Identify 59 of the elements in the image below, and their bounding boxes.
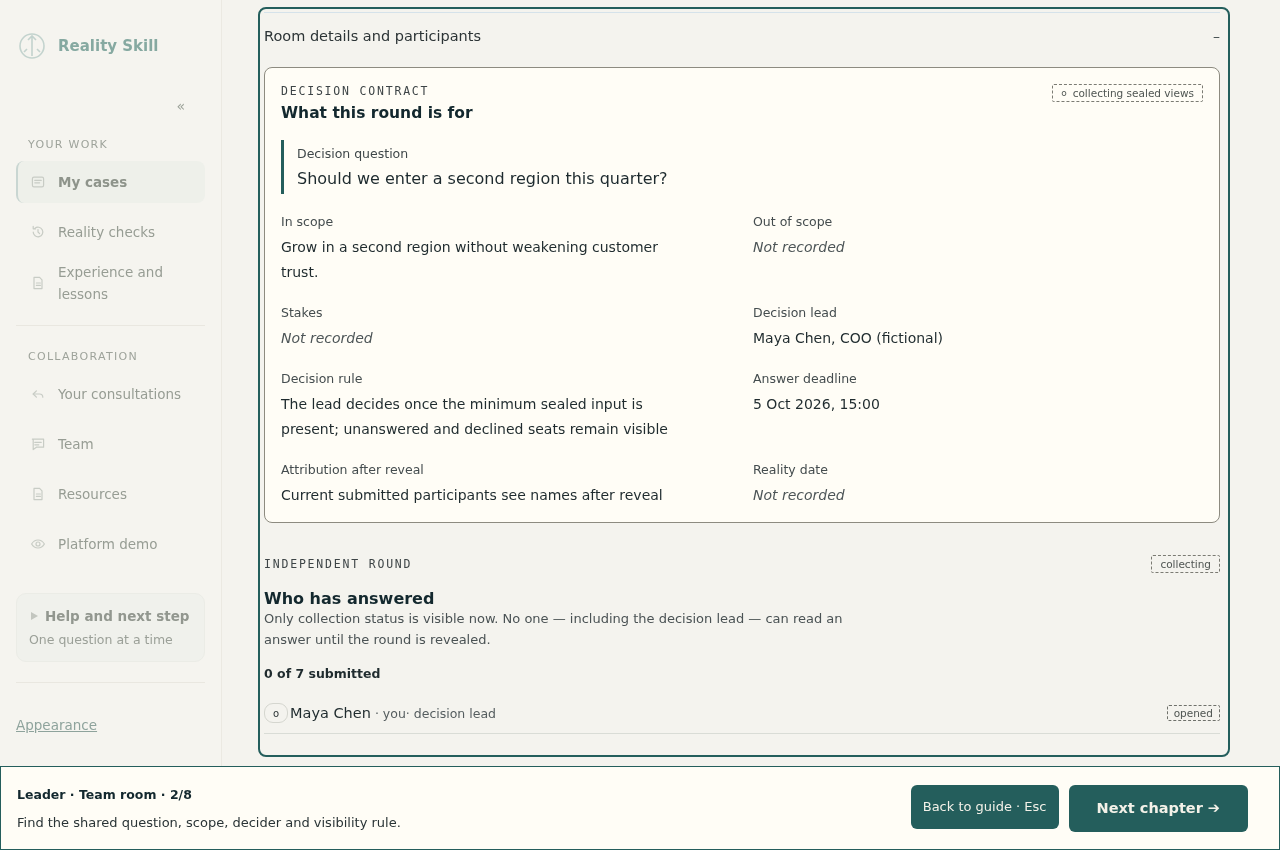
appearance-link[interactable]: Appearance [16, 717, 98, 733]
decision-question: Should we enter a second region this quarter? [297, 169, 669, 188]
nav-icon [30, 224, 46, 240]
status-badge: o collecting sealed views [1052, 84, 1203, 102]
tour-instruction: Find the shared question, scope, decider and visibility rule. [17, 814, 401, 830]
next-button[interactable]: Next chapter ➔ [1068, 784, 1248, 832]
help-title: Help and next step [45, 608, 190, 624]
status-badge: collecting [1151, 555, 1220, 573]
collapse-toggle[interactable]: – [1213, 28, 1220, 44]
field-label: Out of scope [753, 214, 834, 229]
section-description: Only collection status is visible now. No one — including the decision lead — can read an answer until the round is revealed. [264, 610, 844, 649]
participant-marker: o [264, 703, 288, 723]
field-label: Attribution after reveal [281, 462, 425, 477]
collapse-button[interactable]: « [176, 98, 185, 114]
nav-icon [30, 436, 46, 452]
brand-name: Reality Skill [58, 37, 159, 55]
field-value: Maya Chen, COO (fictional) [753, 329, 944, 348]
card-title: What this round is for [281, 104, 473, 122]
field-label: Answer deadline [753, 371, 858, 386]
section-heading: YOUR WORK [28, 138, 110, 151]
submission-count: 0 of 7 submitted [264, 666, 382, 681]
panel-title[interactable]: Room details and participants [264, 28, 481, 44]
field-value: Not recorded [753, 238, 846, 257]
section-heading: COLLABORATION [28, 350, 139, 363]
nav-item[interactable]: My cases [16, 161, 205, 203]
section-eyebrow: INDEPENDENT ROUND [264, 557, 413, 571]
participant-name: Maya Chen [290, 705, 371, 721]
field-label: Decision lead [753, 305, 838, 320]
field-value: Not recorded [753, 486, 846, 505]
nav-item[interactable]: Resources [16, 473, 205, 515]
card-eyebrow: DECISION CONTRACT [281, 84, 431, 98]
nav-item[interactable]: Reality checks [16, 211, 205, 253]
nav-icon [30, 275, 46, 291]
field-value: Current submitted participants see names after reveal [281, 486, 664, 505]
nav-icon [30, 174, 46, 190]
nav-item[interactable]: Platform demo [16, 523, 205, 565]
field-value: Grow in a second region without weakening customer trust. [281, 238, 659, 282]
logo-icon [18, 32, 46, 60]
nav-item[interactable]: Team [16, 423, 205, 465]
field-value: The lead decides once the minimum sealed input is present; unanswered and declined seats remain visible [281, 395, 669, 439]
section-title: Who has answered [264, 589, 436, 608]
nav-icon [30, 486, 46, 502]
nav-item[interactable]: Your consultations [16, 373, 205, 415]
help-panel[interactable]: Help and next step One question at a time [16, 593, 205, 662]
caret-icon [29, 611, 39, 621]
field-label: Stakes [281, 305, 324, 320]
status-badge: opened [1166, 705, 1220, 721]
help-subtitle: One question at a time [29, 632, 174, 647]
field-value: 5 Oct 2026, 15:00 [753, 395, 881, 414]
field-label: Reality date [753, 462, 829, 477]
field-label: Decision question [297, 146, 410, 161]
participant-role: · you· decision lead [374, 705, 497, 721]
nav-icon [30, 536, 46, 552]
back-button[interactable]: Back to guide · Esc [910, 784, 1059, 829]
field-value: Not recorded [281, 329, 374, 348]
tour-step: Leader · Team room · 2/8 [17, 786, 401, 802]
nav-item[interactable]: Experience and lessons [16, 261, 205, 305]
field-label: In scope [281, 214, 335, 229]
field-label: Decision rule [281, 371, 364, 386]
